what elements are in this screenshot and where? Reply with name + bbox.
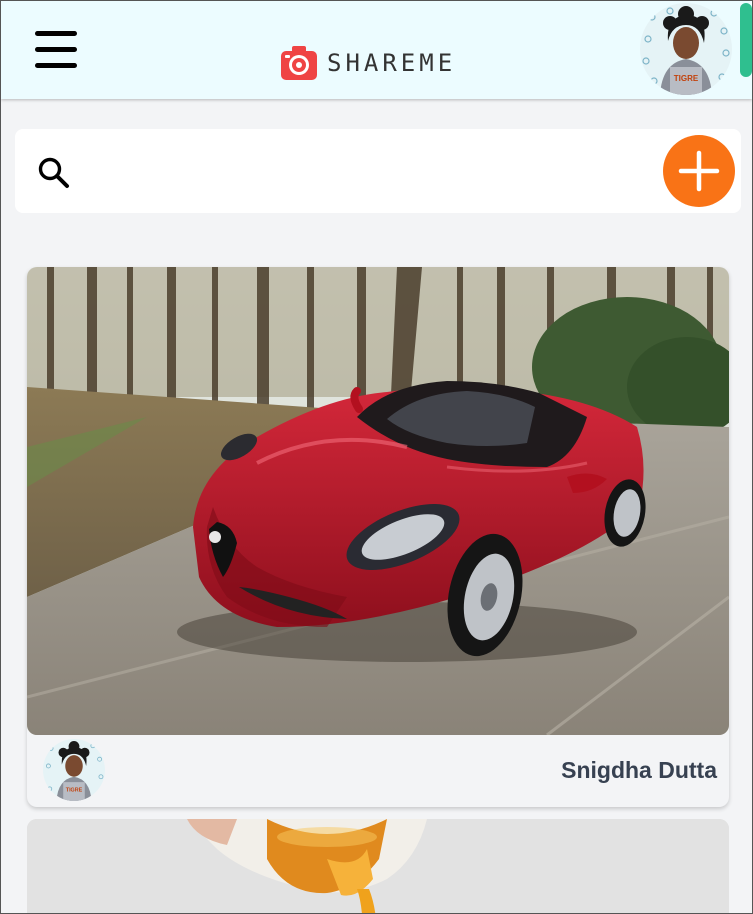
camera-icon [281, 46, 317, 80]
scrollbar[interactable] [740, 3, 752, 77]
plus-icon [678, 150, 720, 192]
search-input[interactable] [85, 151, 645, 191]
svg-text:TIGRE: TIGRE [674, 74, 699, 83]
user-avatar[interactable]: TIGRE [640, 3, 732, 95]
pin-card[interactable]: TIGRE Snigdha Dutta [27, 267, 729, 807]
app-frame: SHAREME TIGRE TIGRE Snigdha Dutta [0, 0, 753, 914]
search-bar [15, 129, 741, 213]
author-avatar[interactable]: TIGRE [43, 739, 105, 801]
pin-image[interactable] [27, 267, 729, 735]
search-icon [38, 157, 69, 188]
author-name[interactable]: Snigdha Dutta [561, 757, 717, 784]
navbar: SHAREME TIGRE [1, 1, 752, 99]
pin-card[interactable] [27, 819, 729, 914]
hamburger-icon[interactable] [35, 31, 79, 71]
pin-footer: TIGRE Snigdha Dutta [27, 735, 729, 807]
add-pin-button[interactable] [663, 135, 735, 207]
logo[interactable]: SHAREME [281, 45, 456, 81]
pin-image[interactable] [27, 819, 729, 914]
brand-name: SHAREME [327, 49, 457, 77]
svg-text:TIGRE: TIGRE [66, 788, 83, 794]
